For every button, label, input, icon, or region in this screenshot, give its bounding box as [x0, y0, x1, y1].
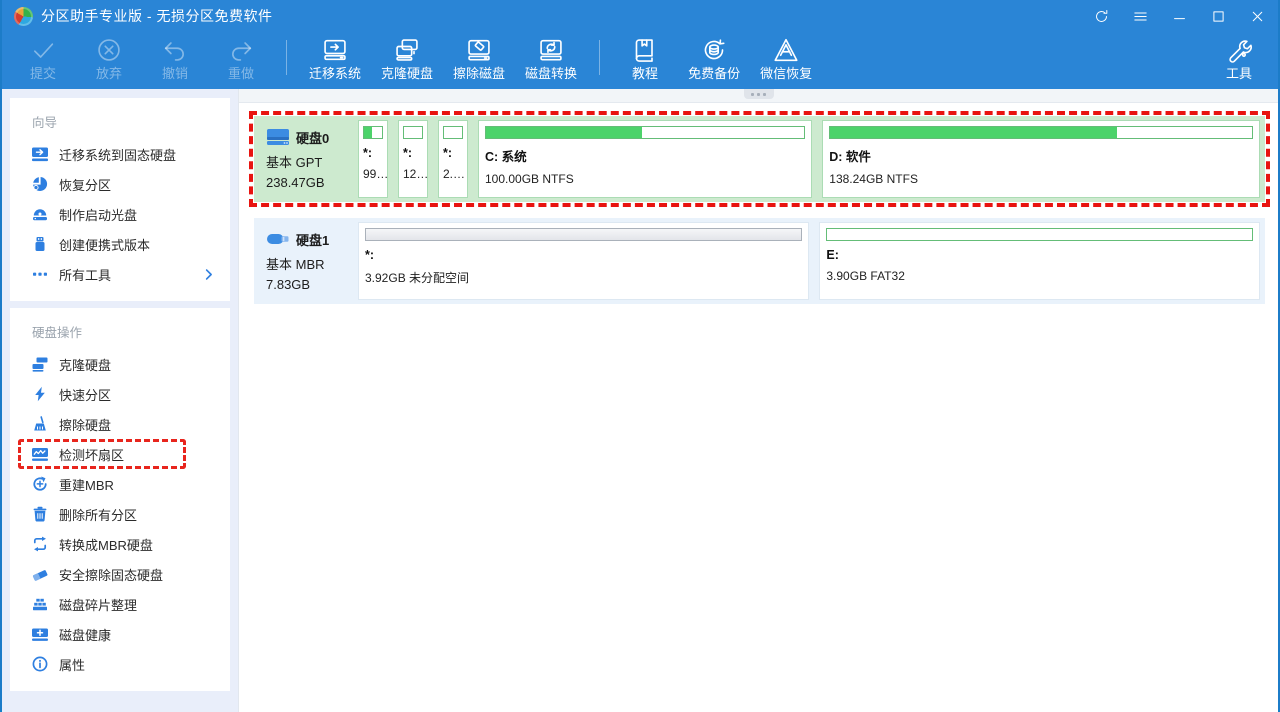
disk-name: 硬盘0 — [296, 128, 329, 147]
close-icon[interactable] — [1249, 8, 1266, 25]
broom-icon — [32, 416, 48, 432]
sidebar-item-portable-version[interactable]: 创建便携式版本 — [10, 229, 230, 259]
disk-row-0[interactable]: 硬盘0 基本 GPT 238.47GB *: 99… *: 12… — [254, 116, 1265, 202]
wipe-disk-icon — [465, 36, 493, 64]
sidebar-item-recover-partition[interactable]: 恢复分区 — [10, 169, 230, 199]
sync-icon[interactable] — [1093, 8, 1110, 25]
wipe-disk-button[interactable]: 擦除磁盘 — [443, 32, 515, 85]
undo-button[interactable]: 撤销 — [142, 32, 208, 85]
minimize-icon[interactable] — [1171, 8, 1188, 25]
window-controls — [1093, 8, 1266, 25]
partition-block-c[interactable]: C: 系统 100.00GB NTFS — [478, 120, 812, 198]
window-title: 分区助手专业版 - 无损分区免费软件 — [41, 6, 272, 26]
disk0-info[interactable]: 硬盘0 基本 GPT 238.47GB — [254, 116, 358, 202]
rebuild-mbr-icon — [32, 476, 48, 492]
disk-row-1[interactable]: 硬盘1 基本 MBR 7.83GB *: 3.92GB 未分配空间 E: 3.9… — [254, 218, 1265, 304]
disk-name: 硬盘1 — [296, 230, 329, 249]
clone-disk-icon — [393, 36, 421, 64]
discard-icon — [95, 36, 123, 64]
toolbar-separator — [286, 40, 287, 75]
redo-button[interactable]: 重做 — [208, 32, 274, 85]
eraser-icon — [32, 566, 48, 582]
tutorial-book-icon — [631, 36, 659, 64]
sidebar-item-wipe-disk[interactable]: 擦除硬盘 — [10, 409, 230, 439]
maximize-icon[interactable] — [1210, 8, 1227, 25]
undo-icon — [161, 36, 189, 64]
disk-type: 基本 GPT — [266, 152, 358, 171]
partition-block-e[interactable]: E: 3.90GB FAT32 — [819, 222, 1260, 300]
usb-drive-icon — [266, 229, 290, 249]
convert-mbr-icon — [32, 536, 48, 552]
wechat-recovery-icon — [772, 36, 800, 64]
convert-disk-button[interactable]: 磁盘转换 — [515, 32, 587, 85]
check-icon — [29, 36, 57, 64]
sidebar-item-rebuild-mbr[interactable]: 重建MBR — [10, 469, 230, 499]
disk-size: 238.47GB — [266, 175, 358, 190]
all-tools-icon — [32, 266, 48, 282]
wrench-icon — [1225, 36, 1253, 64]
free-backup-button[interactable]: 免费备份 — [678, 32, 750, 85]
portable-version-icon — [32, 236, 48, 252]
clone-disk-icon — [32, 356, 48, 372]
toolbar-separator — [599, 40, 600, 75]
discard-button[interactable]: 放弃 — [76, 32, 142, 85]
sidebar-item-check-bad-sectors[interactable]: 检测坏扇区 — [10, 439, 230, 469]
wizard-panel: 向导 迁移系统到固态硬盘 恢复分区 制作启动光盘 创建便携式版本 所有工具 — [10, 98, 230, 301]
sidebar-item-properties[interactable]: 属性 — [10, 649, 230, 679]
info-icon — [32, 656, 48, 672]
partition-block[interactable]: *: 12… — [398, 120, 428, 198]
chevron-right-icon — [203, 268, 216, 281]
sidebar-item-convert-to-mbr[interactable]: 转换成MBR硬盘 — [10, 529, 230, 559]
partition-block[interactable]: *: 99… — [358, 120, 388, 198]
hdd-icon — [266, 127, 290, 147]
disk-map-area: 硬盘0 基本 GPT 238.47GB *: 99… *: 12… — [238, 89, 1278, 712]
tools-button[interactable]: 工具 — [1206, 32, 1272, 85]
migrate-system-icon — [321, 36, 349, 64]
section-header-disk-operations: 硬盘操作 — [10, 316, 230, 349]
convert-disk-icon — [537, 36, 565, 64]
clone-disk-button[interactable]: 克隆硬盘 — [371, 32, 443, 85]
commit-button[interactable]: 提交 — [10, 32, 76, 85]
title-bar: 分区助手专业版 - 无损分区免费软件 — [2, 0, 1278, 32]
app-logo-icon — [14, 7, 33, 26]
sidebar-item-defrag[interactable]: 磁盘碎片整理 — [10, 589, 230, 619]
top-strip — [239, 89, 1278, 103]
bad-sector-icon — [32, 446, 48, 462]
sidebar-item-secure-erase-ssd[interactable]: 安全擦除固态硬盘 — [10, 559, 230, 589]
migrate-system-button[interactable]: 迁移系统 — [299, 32, 371, 85]
sidebar-item-quick-partition[interactable]: 快速分区 — [10, 379, 230, 409]
disk-operations-panel: 硬盘操作 克隆硬盘 快速分区 擦除硬盘 检测坏扇区 重建MBR — [10, 308, 230, 691]
recover-partition-icon — [32, 176, 48, 192]
defrag-icon — [32, 596, 48, 612]
wechat-recovery-button[interactable]: 微信恢复 — [750, 32, 822, 85]
disk-size: 7.83GB — [266, 277, 358, 292]
lightning-icon — [32, 386, 48, 402]
disk-health-icon — [32, 626, 48, 642]
disk1-info[interactable]: 硬盘1 基本 MBR 7.83GB — [254, 218, 358, 304]
boot-disc-icon — [32, 206, 48, 222]
tutorial-button[interactable]: 教程 — [612, 32, 678, 85]
trash-icon — [32, 506, 48, 522]
toolbar: 提交 放弃 撤销 重做 迁移系统 克隆硬盘 擦除磁盘 磁盘转换 教程 免费备份 … — [2, 32, 1278, 89]
partition-block-d[interactable]: D: 软件 138.24GB NTFS — [822, 120, 1260, 198]
sidebar-item-disk-health[interactable]: 磁盘健康 — [10, 619, 230, 649]
sidebar-item-boot-disc[interactable]: 制作启动光盘 — [10, 199, 230, 229]
sidebar-item-migrate-ssd[interactable]: 迁移系统到固态硬盘 — [10, 139, 230, 169]
sidebar-item-all-tools[interactable]: 所有工具 — [10, 259, 230, 289]
partition-block-unallocated[interactable]: *: 3.92GB 未分配空间 — [358, 222, 809, 300]
sidebar: 向导 迁移系统到固态硬盘 恢复分区 制作启动光盘 创建便携式版本 所有工具 — [2, 89, 238, 712]
partition-block[interactable]: *: 2.… — [438, 120, 468, 198]
section-header-wizard: 向导 — [10, 106, 230, 139]
disk-type: 基本 MBR — [266, 254, 358, 273]
sidebar-item-delete-all-partitions[interactable]: 删除所有分区 — [10, 499, 230, 529]
backup-icon — [700, 36, 728, 64]
sidebar-item-clone-disk[interactable]: 克隆硬盘 — [10, 349, 230, 379]
collapse-handle[interactable] — [744, 89, 774, 99]
redo-icon — [227, 36, 255, 64]
migrate-ssd-icon — [32, 146, 48, 162]
menu-icon[interactable] — [1132, 8, 1149, 25]
